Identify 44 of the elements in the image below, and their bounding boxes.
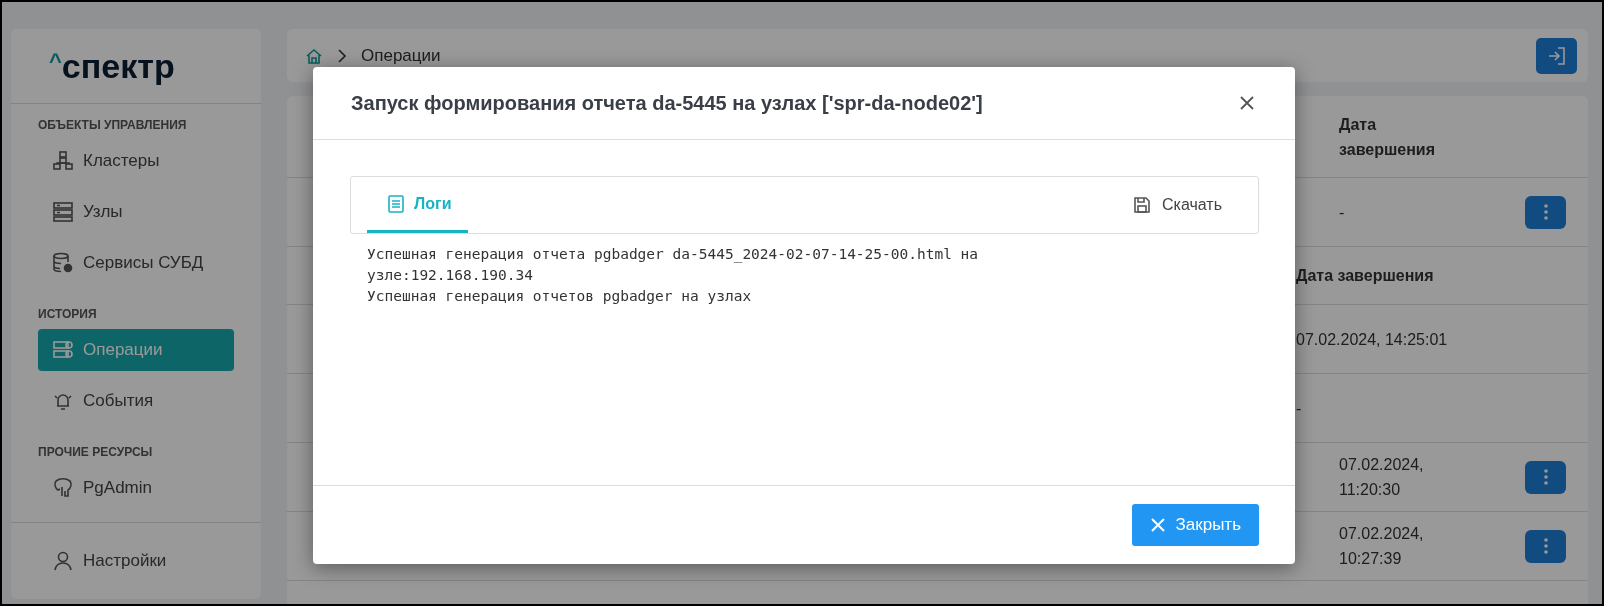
close-icon [1239, 95, 1255, 111]
operations-icon [52, 339, 74, 361]
close-button[interactable] [1239, 95, 1255, 111]
cluster-icon [52, 150, 74, 172]
breadcrumb-current: Операции [361, 45, 441, 66]
section-heading: ОБЪЕКТЫ УПРАВЛЕНИЯ [38, 117, 188, 134]
column-header: Дата завершения [1296, 267, 1434, 284]
close-dialog-button[interactable]: Закрыть [1131, 504, 1259, 546]
document-icon [387, 193, 405, 214]
table-cell: - [1339, 203, 1345, 221]
more-icon [1543, 204, 1548, 220]
database-gear-icon [52, 252, 74, 274]
section-heading: ИСТОРИЯ [38, 306, 98, 323]
column-header: Дата завершения [1339, 115, 1435, 158]
settings-item[interactable]: Настройки [11, 522, 261, 599]
user-icon [52, 550, 74, 572]
server-icon [52, 201, 74, 223]
save-icon [1133, 196, 1151, 214]
login-icon [1546, 45, 1567, 66]
sidebar-item[interactable]: PgAdmin [38, 467, 234, 509]
logo: спектр [61, 46, 175, 86]
row-menu-button[interactable] [1525, 460, 1566, 494]
close-icon [1149, 517, 1166, 533]
elephant-icon [52, 477, 74, 499]
table-cell: 07.02.2024, 10:27:39 [1339, 525, 1424, 567]
sidebar-item[interactable]: Узлы [38, 191, 234, 233]
row-menu-button[interactable] [1525, 195, 1566, 229]
sidebar-item[interactable]: События [38, 380, 234, 422]
row-menu-button[interactable] [1525, 529, 1566, 563]
logo-caret: ^ [49, 49, 62, 75]
table-cell: 07.02.2024, 14:25:01 [1296, 330, 1448, 348]
download-button[interactable]: Скачать [1133, 177, 1258, 233]
dialog-title: Запуск формирования отчета da-5445 на узлах ['spr-da-node02'] [351, 91, 983, 115]
table-cell: 07.02.2024, 11:20:30 [1339, 456, 1424, 498]
sidebar-item[interactable]: Сервисы СУБД [38, 242, 234, 284]
more-icon [1543, 538, 1548, 554]
home-icon[interactable] [305, 46, 323, 65]
log-text: Успешная генерация отчета pgbadger da-5445_2024-02-07-14-25-00.html на узле:192.168.190.34 Успешная генерация отчетов pgbadger на узлах [366, 245, 980, 306]
section-heading: ПРОЧИЕ РЕСУРСЫ [38, 444, 154, 461]
login-button[interactable] [1536, 37, 1577, 74]
sidebar-item[interactable]: Кластеры [38, 140, 234, 182]
more-icon [1543, 469, 1548, 485]
table-cell: - [1296, 399, 1302, 417]
chevron-icon [337, 48, 347, 63]
